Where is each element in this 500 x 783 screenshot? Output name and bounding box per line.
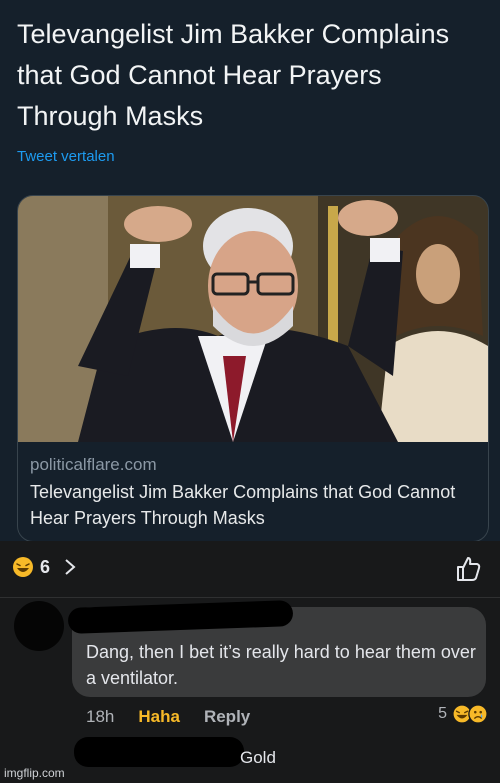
facebook-comments-panel: 6 Dang, then I bet it’s really hard to h…	[0, 541, 500, 783]
link-card[interactable]: politicalflare.com Televangelist Jim Bak…	[17, 195, 489, 542]
reaction-summary[interactable]: 6	[12, 556, 76, 578]
reaction-count: 6	[40, 556, 51, 577]
article-photo	[18, 196, 488, 442]
chevron-right-icon[interactable]	[64, 558, 76, 576]
card-domain: politicalflare.com	[30, 455, 157, 474]
redacted-author-name	[74, 737, 244, 767]
next-comment-text: Gold	[240, 748, 276, 767]
avatar[interactable]	[14, 601, 64, 651]
tweet-title: Televangelist Jim Bakker Complains that …	[17, 19, 450, 131]
haha-button[interactable]: Haha	[138, 707, 180, 727]
reply-button[interactable]: Reply	[204, 707, 250, 727]
tweet-panel: Televangelist Jim Bakker Complains that …	[0, 0, 500, 542]
comment-reactions[interactable]: 5	[438, 704, 488, 724]
comment-actions: 18h Haha Reply	[86, 707, 250, 727]
thumbs-up-icon[interactable]	[454, 555, 482, 583]
comment-reaction-count: 5	[438, 705, 447, 722]
translate-tweet-link[interactable]: Tweet vertalen	[17, 148, 115, 165]
watermark: imgflip.com	[4, 766, 65, 780]
comment-text: Dang, then I bet it’s really hard to hea…	[86, 642, 476, 688]
comment-time[interactable]: 18h	[86, 707, 114, 727]
card-headline: Televangelist Jim Bakker Complains that …	[30, 482, 456, 528]
sad-emoji-icon	[468, 704, 488, 724]
divider	[0, 597, 500, 598]
laugh-emoji-icon	[13, 557, 33, 577]
